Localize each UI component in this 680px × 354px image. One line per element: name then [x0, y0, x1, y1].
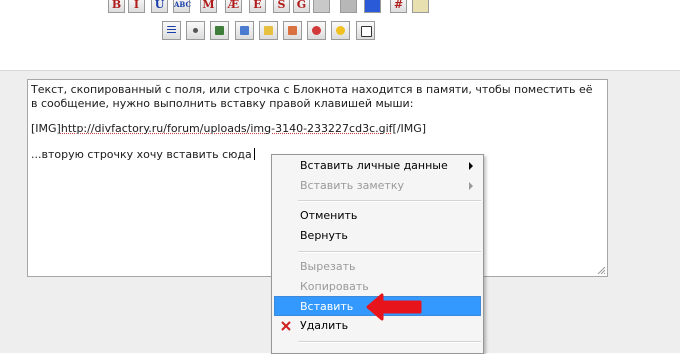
menu-item-delete-label: Удалить [300, 319, 349, 332]
img-open-tag: [IMG] [31, 122, 61, 135]
menu-item-insert-personal[interactable]: Вставить личные данные [274, 156, 481, 176]
menu-item-undo[interactable]: Отменить [274, 206, 481, 226]
italic-button[interactable]: I [128, 0, 145, 13]
hash-button-label: # [393, 0, 404, 11]
e-button-label: E [253, 0, 262, 11]
image-icon[interactable] [283, 21, 302, 40]
menu-separator [298, 251, 481, 253]
menu-item-copy-label: Копировать [300, 280, 369, 293]
annotation-arrow-icon [366, 293, 422, 321]
submenu-arrow-icon [469, 182, 473, 190]
font-icon-button-label: Ӕ [227, 0, 240, 11]
bold-button[interactable]: B [108, 0, 125, 13]
text-line-2: в сообщение, нужно выполнить вставку пра… [31, 97, 414, 110]
hash-button[interactable]: # [390, 0, 407, 13]
menu-item-paste-label: Вставить [300, 300, 354, 313]
image-icon-glyph [288, 26, 297, 35]
smiley-icon-glyph [336, 26, 345, 35]
menu-item-undo-label: Отменить [300, 209, 358, 222]
underline-button-label: U [154, 0, 165, 11]
help-icon[interactable] [356, 21, 375, 40]
menu-separator [298, 341, 481, 343]
blue-arrow-icon[interactable] [364, 0, 381, 13]
monospace-button[interactable]: M [200, 0, 217, 13]
strike-button-label: S [277, 0, 286, 11]
menu-item-cut-label: Вырезать [300, 260, 356, 273]
help-icon-glyph [361, 26, 372, 37]
globe-icon[interactable] [235, 21, 254, 40]
menu-item-redo-label: Вернуть [300, 229, 348, 242]
text-caret [253, 148, 255, 160]
grey-tool-icon[interactable] [340, 0, 357, 13]
menu-item-insert-note-label: Вставить заметку [300, 179, 404, 192]
italic-button-label: I [133, 0, 140, 11]
strike-button[interactable]: S [273, 0, 290, 13]
comment-icon[interactable] [412, 0, 429, 13]
blank-tool-icon[interactable] [313, 0, 330, 13]
monospace-button-label: M [202, 0, 215, 11]
link-icon-glyph [215, 26, 224, 35]
g-button-label: G [296, 0, 307, 11]
resize-grip-icon[interactable] [597, 266, 606, 275]
bullet-icon-glyph [193, 28, 198, 33]
e-button[interactable]: E [249, 0, 266, 13]
editor-toolbar: B I U ABC M Ӕ E S G # [0, 0, 680, 66]
text-line-img: [IMG]http://divfactory.ru/forum/uploads/… [31, 122, 426, 135]
context-menu: Вставить личные данные Вставить заметку … [271, 154, 484, 354]
abc-button-label: ABC [174, 0, 192, 9]
flash-icon-glyph [312, 26, 321, 35]
link-icon[interactable] [210, 21, 229, 40]
text-line-4: ...вторую строчку хочу вставить сюда [31, 148, 255, 161]
menu-item-insert-note[interactable]: Вставить заметку [274, 176, 481, 196]
g-button[interactable]: G [293, 0, 310, 13]
flash-icon[interactable] [307, 21, 326, 40]
img-close-tag: [/IMG] [392, 122, 427, 135]
list-icon[interactable] [162, 21, 181, 40]
img-url: http://divfactory.ru/forum/uploads/img-3… [60, 122, 393, 135]
text-line-1: Текст, скопированный с поля, или строчка… [31, 83, 593, 96]
submenu-arrow-icon [469, 162, 473, 170]
text-line-4-content: ...вторую строчку хочу вставить сюда [31, 148, 252, 161]
delete-x-icon [281, 321, 291, 331]
underline-button[interactable]: U [151, 0, 168, 13]
menu-item-cut[interactable]: Вырезать [274, 257, 481, 277]
menu-item-insert-personal-label: Вставить личные данные [300, 159, 448, 172]
globe-icon-glyph [240, 26, 249, 35]
email-icon[interactable] [259, 21, 278, 40]
font-icon-button[interactable]: Ӕ [225, 0, 242, 13]
abc-button[interactable]: ABC [173, 0, 192, 13]
smiley-icon[interactable] [331, 21, 350, 40]
list-icon-glyph [167, 26, 176, 35]
menu-separator [298, 200, 481, 202]
email-icon-glyph [264, 26, 273, 35]
bold-button-label: B [111, 0, 122, 11]
bullet-icon[interactable] [186, 21, 205, 40]
menu-item-redo[interactable]: Вернуть [274, 226, 481, 246]
